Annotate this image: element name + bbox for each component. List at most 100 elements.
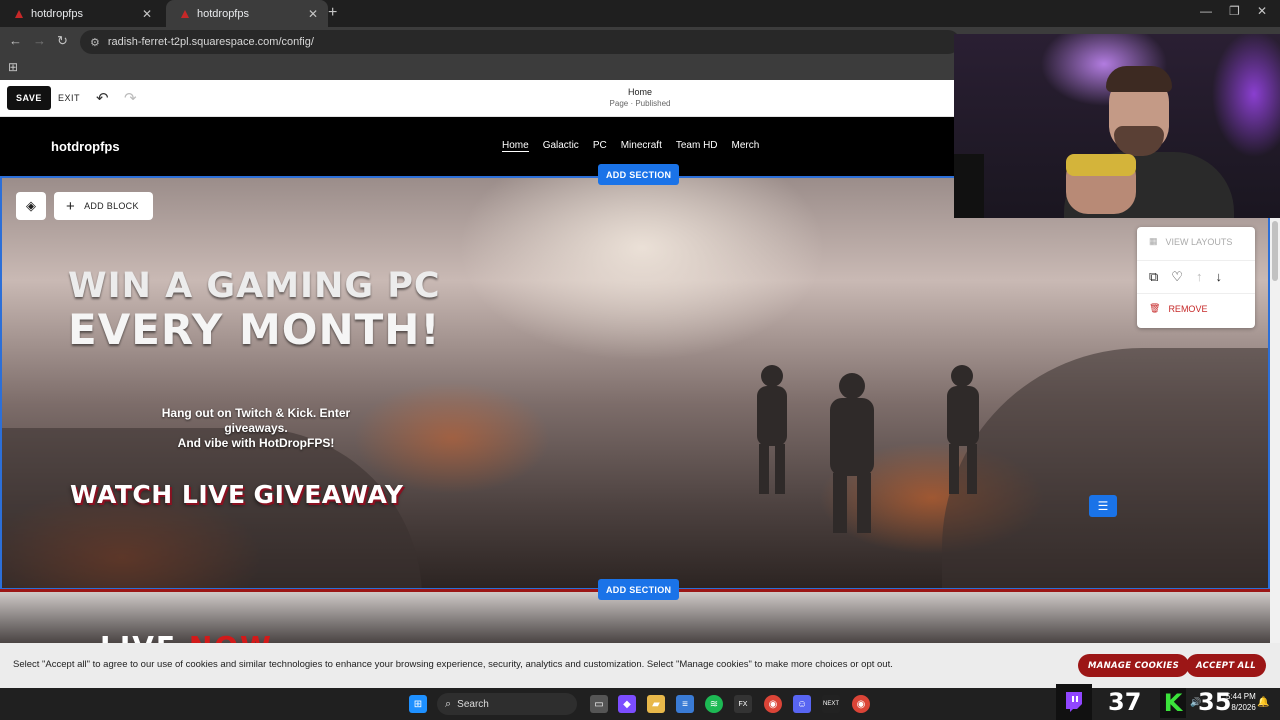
nav-pc[interactable]: PC: [593, 140, 607, 152]
nav-minecraft[interactable]: Minecraft: [621, 140, 662, 152]
section-actions: ⧉ ♡ ↑ ↓: [1149, 269, 1222, 285]
maximize-icon[interactable]: ❐: [1229, 4, 1240, 18]
add-section-button-top[interactable]: ADD SECTION: [598, 164, 680, 185]
twitch-viewer-badge: [1056, 684, 1092, 720]
hero-section[interactable]: ◈ + ADD BLOCK WIN A GAMING PC EVERY MONT…: [0, 176, 1270, 590]
tab-title: hotdropfps: [197, 7, 249, 20]
undo-icon[interactable]: ↶: [96, 89, 109, 107]
hero-cta-group: WATCH LIVE GIVEAWAY: [70, 480, 404, 509]
site-nav: Home Galactic PC Minecraft Team HD Merch: [502, 140, 759, 152]
clock-date: 8/2026: [1231, 703, 1256, 712]
watch-live-button[interactable]: WATCH LIVE: [70, 480, 246, 509]
taskbar-search-label: Search: [457, 698, 489, 710]
page-status: Page · Published: [609, 99, 671, 108]
close-window-icon[interactable]: ✕: [1257, 4, 1267, 18]
webcam-overlay: [954, 34, 1280, 218]
add-section-button-bottom[interactable]: ADD SECTION: [598, 579, 680, 600]
forward-icon[interactable]: →: [33, 33, 46, 48]
minimize-icon[interactable]: —: [1200, 4, 1212, 18]
duplicate-icon[interactable]: ⧉: [1149, 269, 1158, 285]
redo-icon[interactable]: ↷: [124, 89, 137, 107]
section-options-panel: ▦ VIEW LAYOUTS ⧉ ♡ ↑ ↓ 🗑 REMOVE: [1137, 227, 1255, 328]
browser-tab-2-active[interactable]: hotdropfps ✕: [166, 0, 328, 27]
hero-subtext-line: And vibe with HotDropFPS!: [177, 436, 335, 450]
hudfx-icon[interactable]: FX: [734, 695, 752, 713]
nav-merch[interactable]: Merch: [732, 140, 760, 152]
chair: [954, 154, 984, 218]
url-text: radish-ferret-t2pl.squarespace.com/confi…: [107, 36, 314, 48]
giveaway-button[interactable]: GIVEAWAY: [254, 480, 404, 509]
windows-start-icon[interactable]: ⊞: [409, 695, 427, 713]
layers-button[interactable]: ◈: [16, 192, 46, 220]
page-title: Home: [627, 87, 652, 97]
site-logo[interactable]: hotdropfps: [51, 139, 120, 154]
section-height-handle-icon[interactable]: ☰: [1089, 495, 1117, 517]
streamer-hair: [1106, 66, 1172, 92]
squarespace-favicon-icon: [181, 9, 189, 18]
trash-icon: 🗑: [1149, 303, 1161, 313]
file-explorer-icon[interactable]: ▰: [647, 695, 665, 713]
browser-tab-bar: hotdropfps ✕ hotdropfps ✕ + — ❐ ✕: [0, 0, 1280, 27]
discord-icon[interactable]: ☺: [793, 695, 811, 713]
notepad-icon[interactable]: ≡: [676, 695, 694, 713]
plus-icon: +: [66, 197, 76, 215]
now-word: NOW: [189, 630, 273, 643]
twitch-icon: [1066, 692, 1082, 712]
accept-all-button[interactable]: ACCEPT ALL: [1186, 654, 1266, 677]
divider: [1137, 260, 1255, 261]
editor-top-bar: SAVE EXIT ↶ ↷ Home Page · Published: [0, 80, 954, 117]
task-view-icon[interactable]: ▭: [590, 695, 608, 713]
chrome-icon[interactable]: ◉: [764, 695, 782, 713]
close-tab-icon[interactable]: ✕: [308, 7, 318, 21]
notification-bell-icon[interactable]: 🔔: [1257, 697, 1269, 708]
cookie-text: Select "Accept all" to agree to our use …: [13, 659, 893, 670]
copilot-icon[interactable]: ◆: [618, 695, 636, 713]
remove-section-button[interactable]: 🗑 REMOVE: [1149, 303, 1207, 314]
remove-label: REMOVE: [1168, 303, 1208, 314]
new-tab-button[interactable]: +: [328, 4, 337, 22]
spotify-icon[interactable]: ≋: [705, 695, 723, 713]
live-word: LIVE: [100, 630, 177, 643]
view-layouts-label: VIEW LAYOUTS: [1165, 236, 1233, 247]
taskbar-clock[interactable]: 5:44 PM 8/2026: [1226, 691, 1256, 713]
move-up-icon[interactable]: ↑: [1196, 269, 1203, 285]
soldiers-illustration: [757, 365, 979, 533]
layers-icon: ◈: [26, 198, 36, 213]
add-block-button[interactable]: + ADD BLOCK: [54, 192, 153, 220]
divider: [1137, 293, 1255, 294]
nav-team-hd[interactable]: Team HD: [676, 140, 718, 152]
apps-grid-icon[interactable]: ⊞: [8, 60, 18, 74]
clock-time: 5:44 PM: [1226, 692, 1256, 701]
heart-icon[interactable]: ♡: [1171, 269, 1183, 285]
address-bar[interactable]: ⚙ radish-ferret-t2pl.squarespace.com/con…: [80, 30, 960, 54]
next-app-icon[interactable]: NEXT: [822, 695, 840, 713]
squarespace-favicon-icon: [15, 9, 23, 18]
hero-headline-2[interactable]: EVERY MONTH!: [68, 306, 441, 354]
hero-headline-1[interactable]: WIN A GAMING PC: [68, 266, 441, 306]
cookie-banner: Select "Accept all" to agree to our use …: [0, 643, 1280, 688]
nav-galactic[interactable]: Galactic: [543, 140, 579, 152]
save-button[interactable]: SAVE: [7, 86, 51, 110]
exit-button[interactable]: EXIT: [58, 93, 80, 103]
kick-icon: K: [1160, 688, 1186, 718]
view-layouts-button[interactable]: ▦ VIEW LAYOUTS: [1149, 236, 1232, 247]
search-icon: ⌕: [445, 697, 452, 710]
reload-icon[interactable]: ↻: [57, 33, 68, 49]
taskbar-search[interactable]: ⌕ Search: [437, 693, 577, 715]
page-scrollbar[interactable]: [1270, 176, 1280, 643]
close-tab-icon[interactable]: ✕: [142, 7, 152, 21]
scrollbar-thumb[interactable]: [1272, 221, 1278, 281]
page-info[interactable]: Home Page · Published: [560, 87, 720, 108]
twitch-viewer-count: 37: [1108, 688, 1142, 716]
hero-subtext-line: Hang out on Twitch & Kick. Enter: [161, 406, 351, 420]
wreckage-left: [2, 428, 422, 588]
nav-home[interactable]: Home: [502, 140, 529, 152]
move-down-icon[interactable]: ↓: [1215, 269, 1222, 285]
hero-subtext[interactable]: Hang out on Twitch & Kick. Enter giveawa…: [142, 406, 370, 451]
back-icon[interactable]: ←: [9, 33, 22, 48]
layout-icon: ▦: [1149, 236, 1158, 246]
manage-cookies-button[interactable]: MANAGE COOKIES: [1078, 654, 1190, 677]
chrome-profile-icon[interactable]: ◉: [852, 695, 870, 713]
browser-tab-1[interactable]: hotdropfps ✕: [0, 0, 162, 27]
site-info-icon[interactable]: ⚙: [90, 36, 100, 49]
